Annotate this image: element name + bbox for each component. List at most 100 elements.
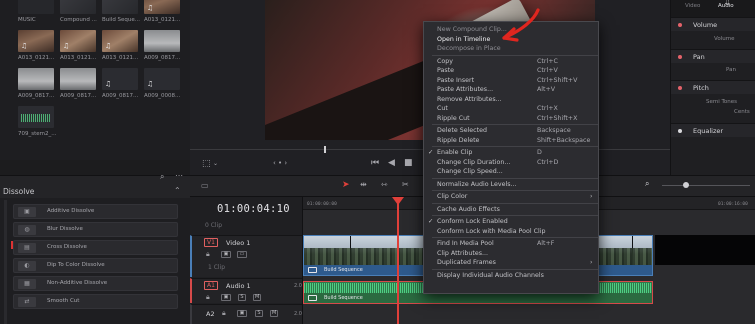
inspector-section-volume[interactable]: Volume bbox=[671, 17, 755, 31]
enable-dot-icon[interactable] bbox=[678, 129, 682, 133]
menu-item-remove-attributes[interactable]: Remove Attributes... bbox=[424, 95, 598, 105]
menu-item-copy[interactable]: Copy Ctrl+C bbox=[424, 57, 598, 67]
zoom-icon[interactable]: ⌕ bbox=[645, 179, 649, 189]
zoom-slider-handle[interactable] bbox=[683, 182, 689, 188]
media-pool-clip[interactable] bbox=[102, 0, 138, 14]
zoom-slider[interactable] bbox=[662, 185, 750, 186]
trim-tool-icon[interactable]: ⇹ bbox=[360, 180, 367, 189]
menu-item-ripple-delete[interactable]: Ripple Delete Shift+Backspace bbox=[424, 136, 598, 146]
menu-item-ripple-cut[interactable]: Ripple Cut Ctrl+Shift+X bbox=[424, 114, 598, 124]
media-pool-clip[interactable]: ♫ bbox=[60, 30, 96, 52]
media-pool-clip[interactable] bbox=[60, 68, 96, 90]
lock-icon[interactable]: 🔒︎ bbox=[206, 293, 210, 302]
viewer-playhead[interactable] bbox=[324, 146, 326, 153]
auto-select-icon[interactable]: ▣ bbox=[221, 294, 231, 301]
layout-icon[interactable]: ▭ bbox=[201, 181, 209, 190]
media-pool-clip[interactable]: ♫ bbox=[18, 30, 54, 52]
menu-item-duplicated-frames[interactable]: Duplicated Frames › bbox=[424, 258, 598, 268]
solo-button[interactable]: S bbox=[255, 310, 263, 317]
audio-clip-icon: ♫ bbox=[21, 42, 28, 50]
selection-tool-icon[interactable]: ➤ bbox=[342, 180, 350, 190]
media-pool-clip[interactable]: ♫ bbox=[144, 0, 180, 14]
enable-dot-icon[interactable] bbox=[678, 55, 682, 59]
menu-item-display-individual-audio-channels[interactable]: Display Individual Audio Channels bbox=[424, 271, 598, 281]
stop-icon[interactable]: ■ bbox=[404, 158, 413, 168]
section-label: Pan bbox=[693, 53, 705, 61]
menu-item-conform-lock-with-media-pool-clip[interactable]: Conform Lock with Media Pool Clip bbox=[424, 227, 598, 237]
menu-item-change-clip-duration[interactable]: Change Clip Duration... Ctrl+D bbox=[424, 158, 598, 168]
mute-button[interactable]: M bbox=[270, 310, 278, 317]
media-pool-clip[interactable] bbox=[144, 30, 180, 52]
menu-item-enable-clip[interactable]: ✓ Enable Clip D bbox=[424, 148, 598, 158]
menu-item-label: Cache Audio Effects bbox=[437, 205, 500, 213]
effect-item[interactable]: ▤ Cross Dissolve bbox=[11, 240, 178, 255]
media-pool-clip[interactable]: ♫ bbox=[102, 30, 138, 52]
favorite-marker bbox=[11, 241, 13, 249]
menu-item-clip-attributes[interactable]: Clip Attributes... bbox=[424, 249, 598, 259]
inspector-section-equalizer[interactable]: Equalizer bbox=[671, 123, 755, 137]
menu-item-delete-selected[interactable]: Delete Selected Backspace bbox=[424, 126, 598, 136]
track-video-1[interactable]: V1 Video 1 🔒︎ ▣ ▭ 1 Clip bbox=[190, 235, 302, 277]
inspector-section-pitch[interactable]: Pitch bbox=[671, 80, 755, 94]
ruler-timecode: 01:00:00:00 bbox=[307, 202, 337, 207]
effect-item[interactable]: ⇄ Smooth Cut bbox=[13, 294, 178, 309]
search-icon[interactable]: ⌕ bbox=[160, 172, 164, 182]
menu-item-paste-attributes[interactable]: Paste Attributes... Alt+V bbox=[424, 85, 598, 95]
effect-item[interactable]: ▦ Non-Additive Dissolve bbox=[13, 276, 178, 291]
media-pool-clip[interactable] bbox=[18, 106, 54, 128]
media-pool-clip[interactable]: ♫ bbox=[144, 68, 180, 90]
blade-tool-icon[interactable]: ✂ bbox=[402, 180, 409, 189]
enable-dot-icon[interactable] bbox=[678, 23, 682, 27]
effects-scrollbar[interactable] bbox=[4, 200, 7, 324]
menu-item-normalize-audio-levels[interactable]: Normalize Audio Levels... bbox=[424, 180, 598, 190]
step-back-icon[interactable]: ◀ bbox=[388, 158, 395, 168]
chevron-down-icon[interactable]: ⌄ bbox=[213, 159, 218, 169]
menu-item-conform-lock-enabled[interactable]: ✓ Conform Lock Enabled bbox=[424, 217, 598, 227]
auto-select-icon[interactable]: ▣ bbox=[237, 310, 247, 317]
solo-button[interactable]: S bbox=[238, 294, 246, 301]
media-pool-clip[interactable]: ♫ bbox=[102, 68, 138, 90]
effect-item[interactable]: ▣ Additive Dissolve bbox=[13, 204, 178, 219]
black-gap-clip[interactable] bbox=[655, 235, 755, 265]
media-pool-clip[interactable] bbox=[60, 0, 96, 14]
audio-clip-icon: ♫ bbox=[105, 80, 112, 88]
inspector-section-pan[interactable]: Pan bbox=[671, 49, 755, 63]
menu-item-paste-insert[interactable]: Paste Insert Ctrl+Shift+V bbox=[424, 76, 598, 86]
frame-nav-icon[interactable]: ‹ • › bbox=[273, 158, 287, 168]
media-pool-clip[interactable] bbox=[18, 0, 54, 14]
menu-item-find-in-media-pool[interactable]: Find In Media Pool Alt+F bbox=[424, 239, 598, 249]
menu-item-change-clip-speed[interactable]: Change Clip Speed... bbox=[424, 167, 598, 177]
menu-item-label: Enable Clip bbox=[437, 149, 473, 156]
monitor-icon[interactable]: ▭ bbox=[237, 251, 247, 258]
media-pool-clip[interactable] bbox=[18, 68, 54, 90]
effect-item[interactable]: ◍ Blur Dissolve bbox=[13, 222, 178, 237]
menu-item-cut[interactable]: Cut Ctrl+X bbox=[424, 104, 598, 114]
track-id-a2[interactable]: A2 bbox=[206, 310, 215, 318]
lock-icon[interactable]: 🔒︎ bbox=[206, 250, 210, 259]
track-clip-count: 1 Clip bbox=[208, 264, 226, 271]
track-id-a1[interactable]: A1 bbox=[204, 281, 218, 290]
mute-button[interactable]: M bbox=[253, 294, 261, 301]
context-menu: New Compound Clip... Open in Timeline Deco… bbox=[423, 21, 599, 294]
dynamic-trim-icon[interactable]: ⇿ bbox=[381, 180, 388, 189]
menu-item-clip-color[interactable]: Clip Color › bbox=[424, 192, 598, 202]
menu-item-paste[interactable]: Paste Ctrl+V bbox=[424, 66, 598, 76]
tab-video[interactable]: Video bbox=[685, 3, 700, 9]
lock-icon[interactable]: 🔒︎ bbox=[222, 309, 226, 318]
pan-sub-label: Pan bbox=[726, 67, 736, 73]
track-audio-2[interactable]: A2 2.0 🔒︎ ▣ S M bbox=[190, 304, 302, 324]
enable-dot-icon[interactable] bbox=[678, 86, 682, 90]
effect-item[interactable]: ◐ Dip To Color Dissolve bbox=[13, 258, 178, 273]
track-id-v1[interactable]: V1 bbox=[204, 238, 218, 247]
ruler-timecode: 01:00:16:00 bbox=[718, 202, 748, 207]
safe-area-icon[interactable]: ⬚ bbox=[202, 159, 211, 169]
collapse-icon[interactable]: ⌃ bbox=[174, 186, 181, 195]
more-options-icon[interactable]: ⋯ bbox=[175, 171, 183, 180]
effect-label: Additive Dissolve bbox=[47, 208, 95, 214]
timeline-playhead[interactable] bbox=[397, 197, 399, 324]
media-pool-clip-label: A009_0008... bbox=[144, 93, 181, 99]
skip-back-icon[interactable]: ⏮ bbox=[371, 158, 379, 168]
track-audio-1[interactable]: A1 Audio 1 2.0 🔒︎ ▣ S M bbox=[190, 278, 302, 303]
auto-select-icon[interactable]: ▣ bbox=[221, 251, 231, 258]
menu-item-cache-audio-effects[interactable]: Cache Audio Effects bbox=[424, 205, 598, 215]
